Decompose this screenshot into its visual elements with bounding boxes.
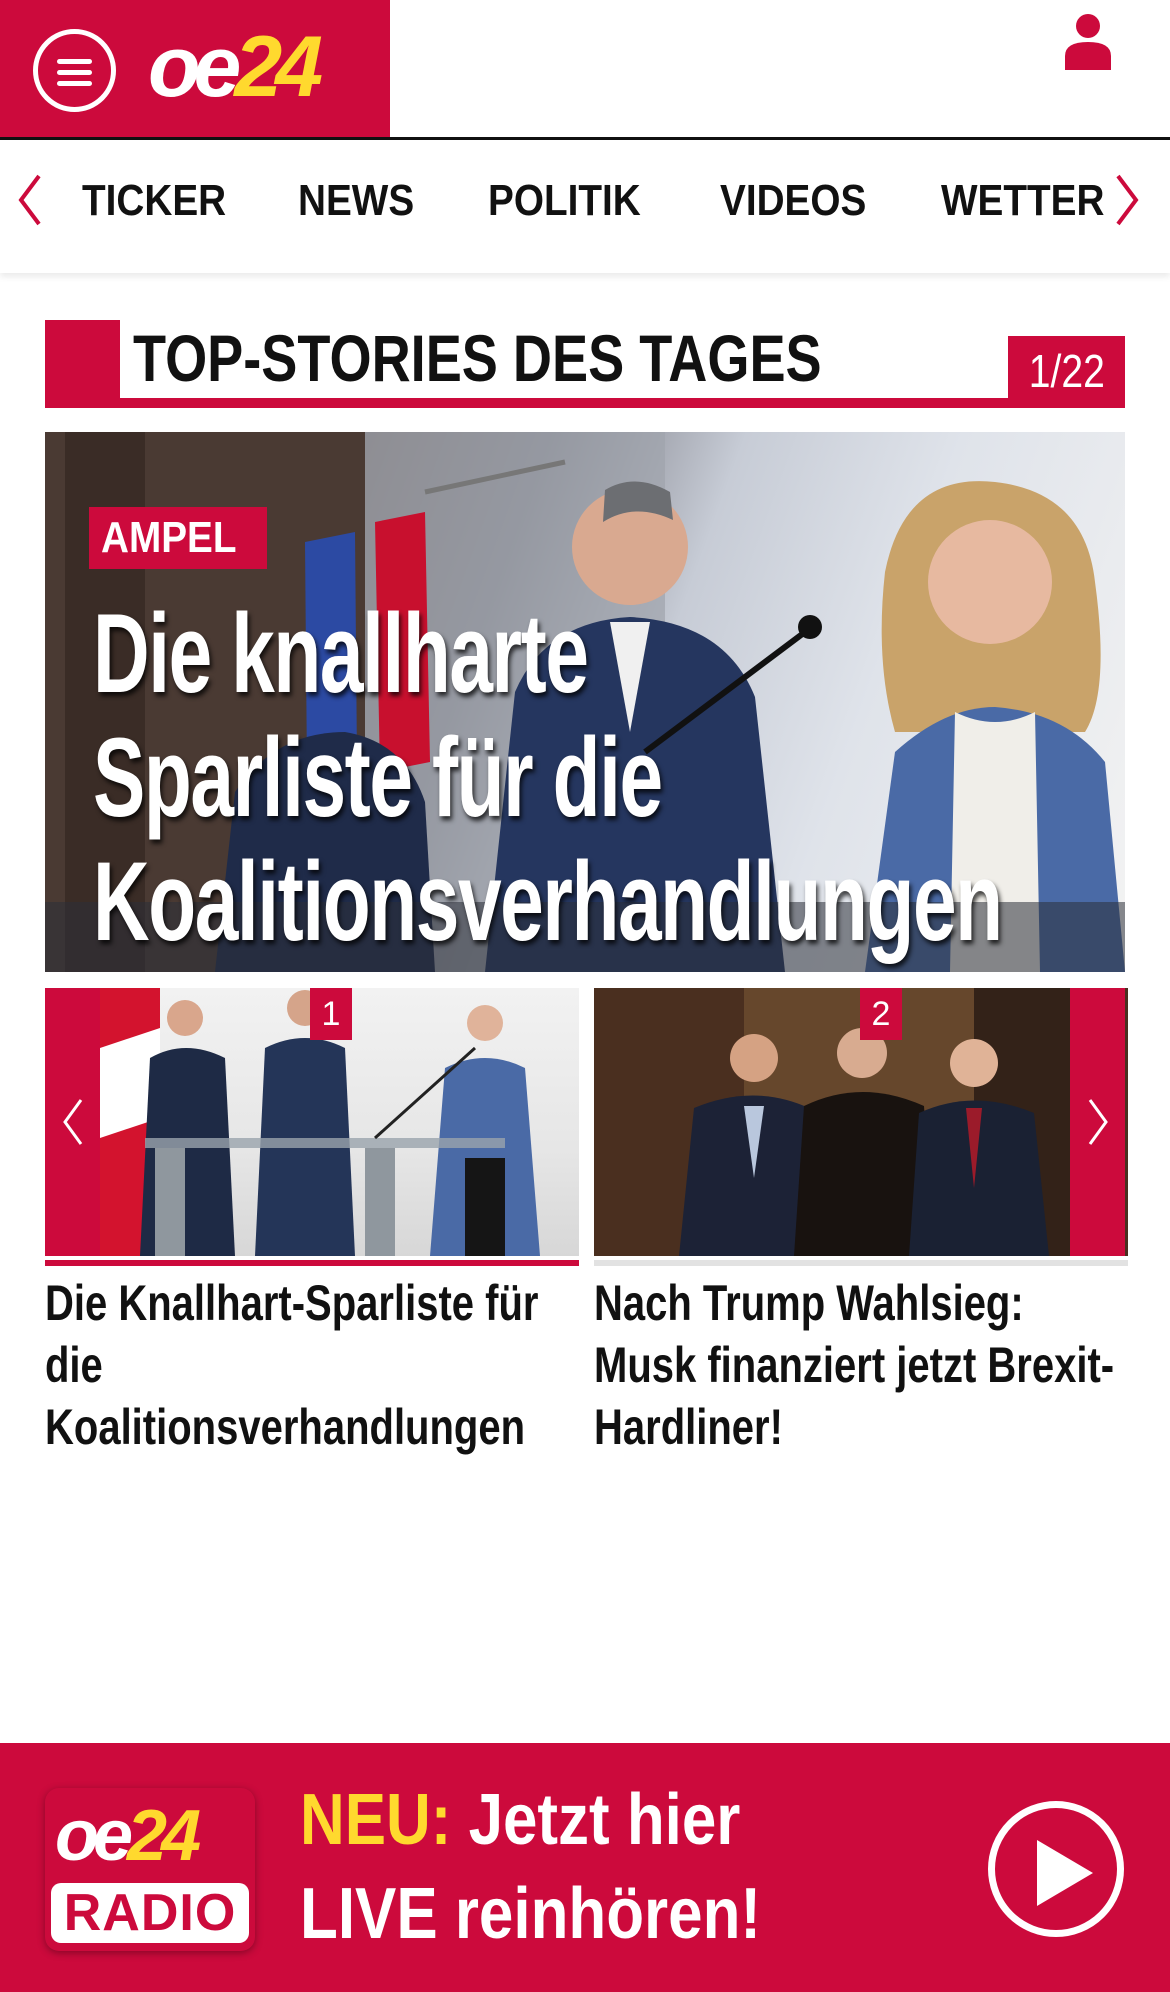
nav-item-videos[interactable]: VIDEOS — [720, 176, 866, 226]
category-nav: TICKER NEWS POLITIK VIDEOS WETTER — [0, 140, 1170, 273]
logo-text-oe: oe — [148, 19, 241, 115]
radio-cta-text: NEU: Jetzt hier LIVE reinhören! — [300, 1773, 902, 1961]
play-icon — [1037, 1840, 1093, 1906]
radio-banner[interactable]: oe24 RADIO NEU: Jetzt hier LIVE reinhöre… — [0, 1743, 1170, 1992]
story-2-indicator — [594, 1260, 1128, 1266]
chevron-right-icon — [1088, 1099, 1108, 1145]
nav-item-news[interactable]: NEWS — [298, 176, 414, 226]
hamburger-icon[interactable] — [33, 29, 116, 112]
hero-headline[interactable]: Die knallharte Sparliste für die Koaliti… — [93, 592, 1073, 964]
section-title: TOP-STORIES DES TAGES — [133, 321, 822, 395]
chevron-left-icon — [63, 1099, 83, 1145]
radio-logo-mark: oe24 — [55, 1796, 201, 1876]
brand-bar: oe24 — [0, 0, 390, 137]
site-header: oe24 — [0, 0, 1170, 140]
radio-cta-line2: LIVE reinhören! — [300, 1874, 762, 1954]
carousel-prev-button[interactable] — [45, 988, 100, 1256]
story-thumb-1[interactable]: 1 — [45, 988, 579, 1256]
story-title-2[interactable]: Nach Trump Wahlsieg: Musk finanziert jet… — [594, 1272, 1130, 1458]
carousel-next-button[interactable] — [1070, 988, 1125, 1256]
slide-counter: 1/22 — [1008, 336, 1125, 406]
hero-category-tag[interactable]: AMPEL — [89, 507, 267, 569]
story-thumb-2[interactable]: 2 — [594, 988, 1128, 1256]
nav-item-politik[interactable]: POLITIK — [488, 176, 641, 226]
section-accent-block — [45, 320, 120, 408]
logo-text-24: 24 — [234, 19, 323, 115]
chevron-right-icon[interactable] — [1112, 170, 1142, 230]
section-header: TOP-STORIES DES TAGES 1/22 — [45, 320, 1125, 408]
story-rank-badge-1: 1 — [310, 988, 352, 1040]
radio-cta-line1: Jetzt hier — [451, 1780, 741, 1860]
radio-logo-label: RADIO — [51, 1883, 249, 1943]
site-logo[interactable]: oe24 — [148, 19, 323, 115]
hero-story[interactable]: AMPEL Die knallharte Sparliste für die K… — [45, 432, 1125, 972]
section-underline — [45, 398, 1125, 408]
chevron-left-icon[interactable] — [15, 170, 45, 230]
radio-logo: oe24 RADIO — [45, 1788, 255, 1951]
story-title-1[interactable]: Die Knallhart-Sparliste für die Koalitio… — [45, 1272, 573, 1458]
story-rank-badge-2: 2 — [860, 988, 902, 1040]
play-button[interactable] — [988, 1801, 1124, 1937]
user-icon[interactable] — [1063, 12, 1113, 72]
nav-item-ticker[interactable]: TICKER — [82, 176, 226, 226]
radio-new-label: NEU: — [300, 1780, 452, 1860]
nav-item-wetter[interactable]: WETTER — [941, 176, 1104, 226]
story-1-active-indicator — [45, 1260, 579, 1266]
